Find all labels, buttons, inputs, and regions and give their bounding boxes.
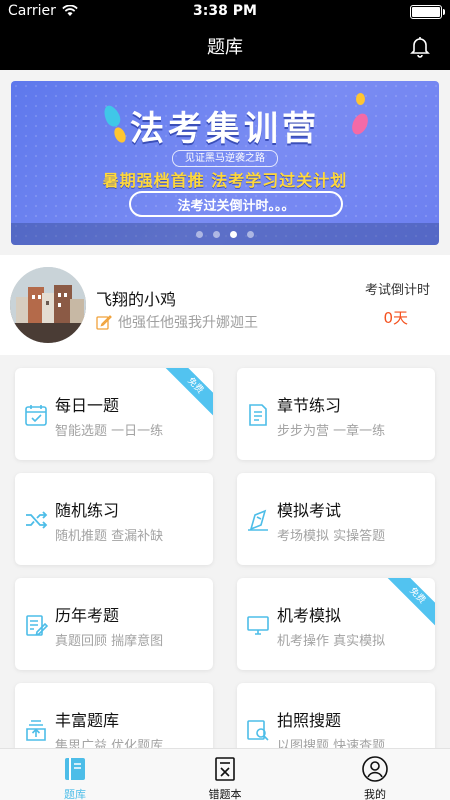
pager-dot[interactable] — [230, 230, 237, 238]
bell-icon[interactable] — [408, 34, 432, 58]
clock: 3:38 PM — [193, 3, 257, 19]
tab-mine[interactable]: 我的 — [300, 749, 450, 800]
card-subtitle: 考场模拟 实操答题 — [277, 529, 386, 544]
card-title: 随机练习 — [55, 501, 120, 520]
exam-flag-icon — [245, 507, 271, 533]
banner-slogan: 暑期强档首推 法考学习过关计划 — [102, 171, 348, 190]
question-bank-icon — [61, 755, 89, 783]
monitor-icon — [245, 612, 271, 638]
banner-title: 法考集训营 — [130, 109, 320, 149]
tab-bar: 题库 错题本 我的 — [0, 748, 450, 800]
paper-edit-icon — [23, 612, 49, 638]
pager-dot[interactable] — [196, 230, 203, 238]
tab-wrong-book[interactable]: 错题本 — [150, 749, 300, 800]
nav-bar: 题库 — [0, 22, 450, 70]
pager-dot[interactable] — [247, 230, 254, 238]
page-title: 题库 — [207, 37, 243, 58]
card-title: 章节练习 — [277, 396, 342, 415]
card-title: 每日一题 — [55, 396, 120, 415]
calendar-check-icon — [23, 402, 49, 428]
pencil-icon[interactable] — [96, 314, 112, 330]
exam-countdown-label: 考试倒计时 — [364, 283, 430, 298]
banner-pager — [11, 223, 439, 245]
card-title: 历年考题 — [55, 606, 120, 625]
top-bar: Carrier 3:38 PM 题库 — [0, 0, 450, 70]
exam-countdown-value: 0天 — [383, 309, 408, 327]
motto-row[interactable]: 他强任他强我升娜迦王 — [96, 312, 258, 332]
tab-question-bank[interactable]: 题库 — [0, 749, 150, 800]
avatar[interactable] — [10, 267, 86, 343]
free-badge: 免费 — [161, 368, 213, 420]
card-chapter-practice[interactable]: 章节练习 步步为营 一章一练 — [237, 368, 435, 460]
card-mock-exam[interactable]: 模拟考试 考场模拟 实操答题 — [237, 473, 435, 565]
document-list-icon — [245, 402, 271, 428]
username: 飞翔的小鸡 — [96, 290, 177, 309]
free-badge: 免费 — [383, 578, 435, 630]
card-subtitle: 随机推题 查漏补缺 — [55, 529, 164, 544]
wrong-book-icon — [211, 755, 239, 783]
card-subtitle: 步步为营 一章一练 — [277, 424, 386, 439]
banner-subtitle-text: 见证黑马逆袭之路 — [172, 150, 278, 167]
card-title: 模拟考试 — [277, 501, 342, 520]
photo-search-icon — [245, 717, 271, 743]
battery-icon — [410, 5, 445, 19]
card-daily-question[interactable]: 每日一题 智能选题 一日一练 免费 — [15, 368, 213, 460]
card-title: 丰富题库 — [55, 711, 120, 730]
card-subtitle: 智能选题 一日一练 — [55, 424, 164, 439]
card-subtitle: 机考操作 真实模拟 — [277, 634, 386, 649]
tab-label: 错题本 — [208, 788, 242, 800]
card-title: 机考模拟 — [277, 606, 342, 625]
upload-box-icon — [23, 717, 49, 743]
user-icon — [361, 755, 389, 783]
card-subtitle: 真题回顾 揣摩意图 — [55, 634, 164, 649]
card-past-exams[interactable]: 历年考题 真题回顾 揣摩意图 — [15, 578, 213, 670]
banner-subtitle: 见证黑马逆袭之路 — [11, 149, 439, 167]
card-title: 拍照搜题 — [277, 711, 342, 730]
status-bar: Carrier 3:38 PM — [0, 0, 450, 22]
card-random-practice[interactable]: 随机练习 随机推题 查漏补缺 — [15, 473, 213, 565]
tab-label: 题库 — [64, 788, 86, 800]
card-computer-mock[interactable]: 机考模拟 机考操作 真实模拟 免费 — [237, 578, 435, 670]
shuffle-icon — [23, 507, 49, 533]
banner-countdown: 法考过关倒计时。。。 — [129, 191, 343, 217]
motto-text: 他强任他强我升娜迦王 — [118, 315, 258, 331]
promo-banner[interactable]: 法考集训营 见证黑马逆袭之路 暑期强档首推 法考学习过关计划 法考过关倒计时。。… — [11, 81, 439, 245]
pager-dot[interactable] — [213, 230, 220, 238]
profile-panel: 飞翔的小鸡 他强任他强我升娜迦王 考试倒计时 0天 — [0, 255, 450, 355]
tab-label: 我的 — [364, 788, 386, 800]
